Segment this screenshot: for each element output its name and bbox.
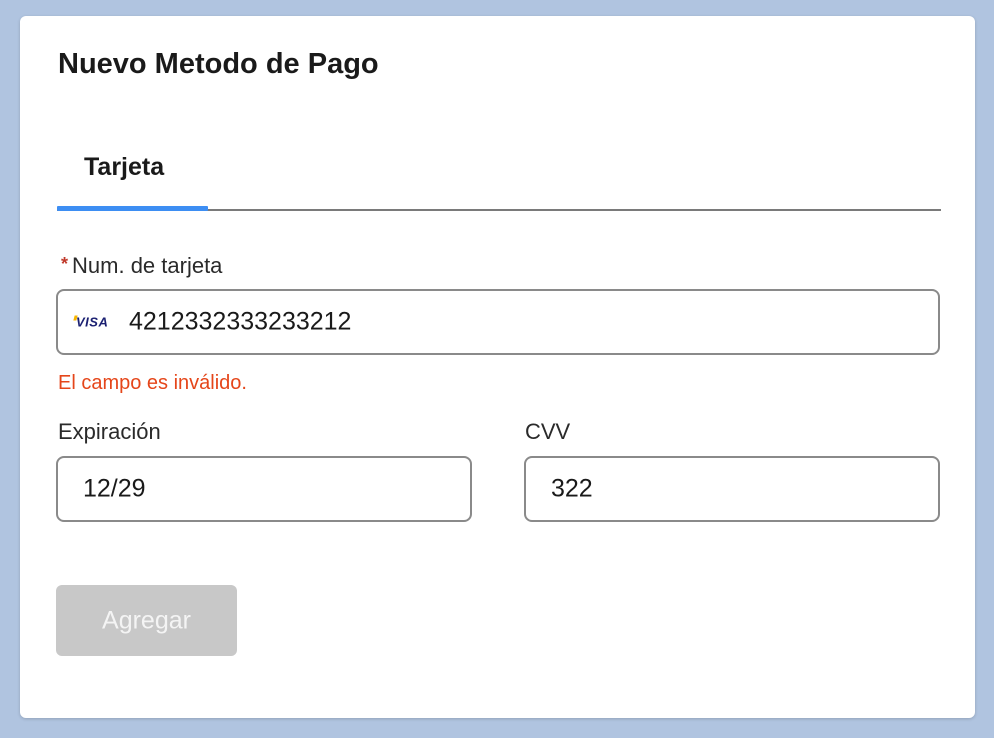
tab-bar: Tarjeta [57,136,941,211]
active-tab-indicator [57,206,208,211]
agregar-button-label: Agregar [102,606,191,634]
card-number-label: * Num. de tarjeta [61,253,222,279]
expiration-label: Expiración [58,419,161,444]
card-number-label-text: Num. de tarjeta [72,253,223,278]
required-marker: * [61,254,69,274]
payment-method-card: Nuevo Metodo de Pago Tarjeta * Num. de ta… [20,16,975,718]
cvv-label: CVV [525,419,571,444]
cvv-value: 322 [551,474,593,503]
agregar-button[interactable]: Agregar [56,585,237,656]
tab-tarjeta[interactable]: Tarjeta [57,136,208,211]
cvv-field[interactable]: 322 [524,456,940,522]
expiration-field[interactable]: 12/29 [56,456,472,522]
visa-icon: VISA [76,314,109,330]
page-title: Nuevo Metodo de Pago [58,48,379,80]
card-number-error: El campo es inválido. [58,372,247,394]
tab-tarjeta-label: Tarjeta [84,153,165,181]
card-number-field[interactable]: VISA 4212332333233212 [56,289,940,355]
expiration-value: 12/29 [83,474,146,503]
card-number-value: 4212332333233212 [129,307,352,336]
